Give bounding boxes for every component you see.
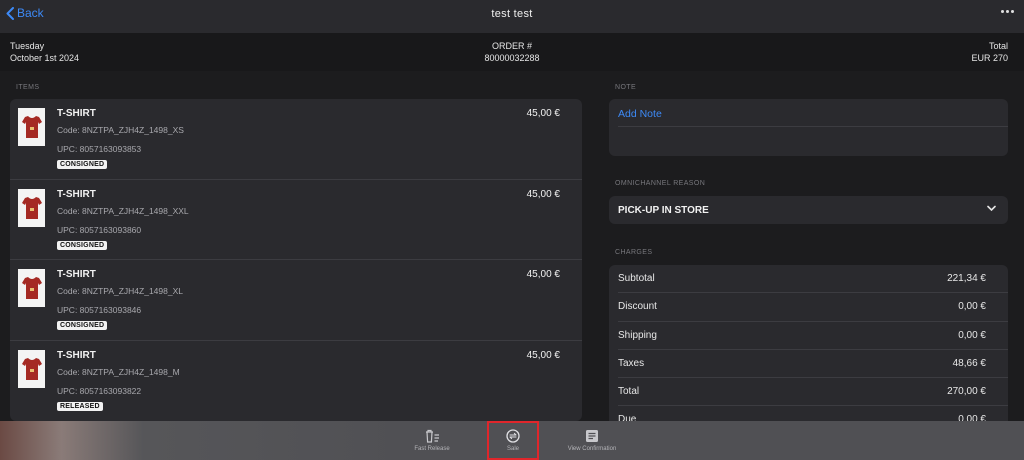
item-price: 45,00 € bbox=[526, 349, 560, 361]
charge-row-shipping: Shipping 0,00 € bbox=[618, 322, 1008, 350]
product-thumbnail bbox=[18, 108, 45, 146]
more-options-icon[interactable] bbox=[1001, 10, 1014, 13]
list-item[interactable]: T-SHIRT Code: 8NZTPA_ZJH4Z_1498_M UPC: 8… bbox=[10, 341, 582, 422]
tshirt-icon bbox=[21, 277, 42, 299]
status-badge: RELEASED bbox=[57, 401, 103, 411]
item-code: Code: 8NZTPA_ZJH4Z_1498_M bbox=[57, 366, 180, 377]
list-item[interactable]: T-SHIRT Code: 8NZTPA_ZJH4Z_1498_XL UPC: … bbox=[10, 260, 582, 341]
product-thumbnail bbox=[18, 188, 45, 227]
charge-value: 270,00 € bbox=[947, 386, 986, 398]
sale-tab-highlight bbox=[487, 421, 539, 460]
item-upc: UPC: 8057163093860 bbox=[57, 224, 142, 235]
item-code: Code: 8NZTPA_ZJH4Z_1498_XL bbox=[57, 286, 183, 296]
note-section-label: NOTE bbox=[615, 84, 637, 91]
charge-row-taxes: Taxes 48,66 € bbox=[618, 350, 1008, 379]
tshirt-icon bbox=[21, 116, 42, 138]
item-code: Code: 8NZTPA_ZJH4Z_1498_XS bbox=[57, 125, 184, 135]
note-card: Add Note bbox=[609, 99, 1008, 156]
status-badge: CONSIGNED bbox=[57, 160, 108, 169]
item-price: 45,00 € bbox=[526, 269, 560, 280]
item-price: 45,00 € bbox=[526, 108, 560, 119]
order-total-value: EUR 270 bbox=[971, 53, 1008, 63]
item-name: T-SHIRT bbox=[57, 269, 96, 280]
charge-label: Discount bbox=[618, 301, 657, 313]
omnichannel-reason-value: PICK-UP IN STORE bbox=[618, 205, 709, 216]
status-badge: CONSIGNED bbox=[57, 240, 108, 250]
charge-value: 0,00 € bbox=[958, 301, 986, 313]
charge-value: 48,66 € bbox=[952, 357, 986, 369]
charge-label: Shipping bbox=[618, 329, 657, 341]
charge-label: Total bbox=[618, 386, 640, 398]
order-total-block: Total EUR 270 bbox=[971, 40, 1008, 64]
omnichannel-section-label: OMNICHANNEL REASON bbox=[615, 180, 706, 187]
charges-section-label: CHARGES bbox=[615, 249, 653, 256]
order-number-block: ORDER # 80000032288 bbox=[0, 40, 1024, 64]
divider bbox=[618, 126, 1008, 127]
item-name: T-SHIRT bbox=[57, 188, 96, 200]
add-note-button[interactable]: Add Note bbox=[618, 108, 662, 120]
top-nav-bar: Back test test bbox=[0, 0, 1024, 33]
charge-row-total: Total 270,00 € bbox=[618, 378, 1008, 407]
charge-row-discount: Discount 0,00 € bbox=[618, 293, 1008, 322]
item-upc: UPC: 8057163093822 bbox=[57, 385, 142, 396]
list-item[interactable]: T-SHIRT Code: 8NZTPA_ZJH4Z_1498_XXL UPC:… bbox=[10, 180, 582, 260]
tab-fast-release[interactable]: Fast Release bbox=[392, 421, 472, 460]
list-item[interactable]: T-SHIRT Code: 8NZTPA_ZJH4Z_1498_XS UPC: … bbox=[10, 99, 582, 180]
status-badge: CONSIGNED bbox=[57, 321, 108, 330]
items-section-label: ITEMS bbox=[16, 84, 40, 91]
charge-label: Taxes bbox=[618, 357, 645, 369]
order-number-label: ORDER # bbox=[491, 41, 532, 51]
tab-view-confirmation-label: View Confirmation bbox=[567, 446, 617, 452]
product-thumbnail bbox=[18, 349, 45, 388]
charge-label: Subtotal bbox=[618, 273, 655, 284]
item-upc: UPC: 8057163093846 bbox=[57, 305, 142, 315]
charge-value: 0,00 € bbox=[958, 329, 986, 341]
item-name: T-SHIRT bbox=[57, 349, 96, 361]
order-total-label: Total bbox=[988, 41, 1008, 51]
charge-row-subtotal: Subtotal 221,34 € bbox=[618, 265, 1008, 294]
charge-value: 221,34 € bbox=[947, 273, 986, 284]
chevron-down-icon bbox=[987, 205, 996, 212]
page-title: test test bbox=[491, 8, 533, 20]
charges-card: Subtotal 221,34 € Discount 0,00 € Shippi… bbox=[609, 265, 1008, 425]
bottom-toolbar: Fast Release Sale View Confirmation bbox=[0, 421, 1024, 460]
items-list: T-SHIRT Code: 8NZTPA_ZJH4Z_1498_XS UPC: … bbox=[10, 99, 582, 421]
item-price: 45,00 € bbox=[526, 188, 560, 200]
tab-fast-release-label: Fast Release bbox=[414, 446, 450, 452]
document-icon bbox=[586, 430, 598, 442]
tshirt-icon bbox=[21, 196, 42, 219]
trash-list-icon bbox=[426, 429, 439, 443]
order-summary-bar: Tuesday October 1st 2024 ORDER # 8000003… bbox=[0, 33, 1024, 71]
item-upc: UPC: 8057163093853 bbox=[57, 144, 142, 154]
item-code: Code: 8NZTPA_ZJH4Z_1498_XXL bbox=[57, 205, 189, 216]
item-name: T-SHIRT bbox=[57, 108, 96, 119]
tab-view-confirmation[interactable]: View Confirmation bbox=[552, 421, 632, 460]
product-thumbnail bbox=[18, 269, 45, 307]
omnichannel-reason-select[interactable]: PICK-UP IN STORE bbox=[609, 196, 1008, 224]
order-number: 80000032288 bbox=[484, 53, 540, 63]
tshirt-icon bbox=[21, 357, 42, 380]
